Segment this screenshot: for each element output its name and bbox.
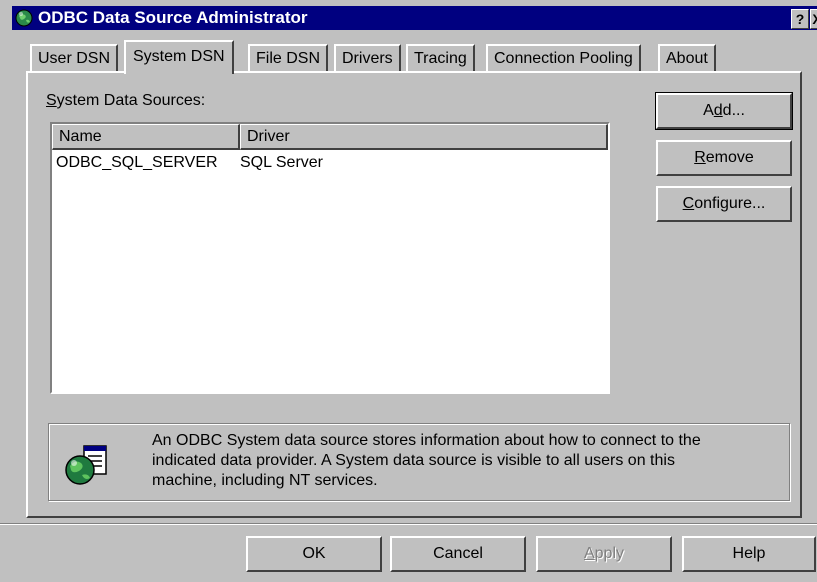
close-title-button[interactable]: X [810, 9, 817, 29]
tab-label: Tracing [414, 50, 467, 67]
info-line: indicated data provider. A System data s… [152, 452, 675, 469]
ok-button[interactable]: OK [246, 536, 382, 572]
tab-label: User DSN [38, 50, 111, 67]
btn-text: d... [722, 102, 745, 119]
tab-system-dsn[interactable]: System DSN [124, 40, 234, 74]
configure-button[interactable]: Configure... [656, 186, 792, 222]
window-title: ODBC Data Source Administrator [38, 8, 308, 27]
odbc-globe-icon [15, 9, 33, 27]
tab-label: About [666, 50, 708, 67]
list-item-driver[interactable]: SQL Server [240, 154, 323, 172]
info-line: An ODBC System data source stores inform… [152, 432, 701, 449]
system-data-sources-label: System Data Sources: [46, 92, 205, 110]
tab-drivers[interactable]: Drivers [334, 44, 401, 72]
cancel-button[interactable]: Cancel [390, 536, 526, 572]
globe-datasource-icon [65, 445, 107, 485]
btn-text: pply [594, 545, 625, 562]
row-name: ODBC_SQL_SERVER [56, 154, 218, 171]
tab-label: Connection Pooling [494, 50, 633, 67]
tab-tracing[interactable]: Tracing [406, 44, 475, 72]
label-text: ystem Data Sources: [56, 92, 206, 109]
list-item[interactable]: ODBC_SQL_SERVER [56, 154, 218, 172]
footer-divider [0, 523, 817, 525]
tab-label: Drivers [342, 50, 393, 67]
remove-button[interactable]: Remove [656, 140, 792, 176]
btn-hotkey: R [694, 149, 706, 166]
tab-about[interactable]: About [658, 44, 716, 72]
odbc-admin-window: ODBC Data Source Administrator ? X User … [0, 0, 817, 582]
data-source-list[interactable]: Name Driver ODBC_SQL_SERVER SQL Server [50, 122, 610, 394]
row-driver: SQL Server [240, 154, 323, 171]
btn-text: onfigure... [694, 195, 766, 212]
tab-file-dsn[interactable]: File DSN [248, 44, 329, 72]
column-header-driver[interactable]: Driver [240, 124, 608, 150]
btn-hotkey: d [713, 102, 723, 119]
add-button[interactable]: Add... [655, 92, 793, 130]
tab-label: System DSN [133, 48, 225, 65]
help-title-button[interactable]: ? [791, 9, 809, 29]
tab-user-dsn[interactable]: User DSN [30, 44, 119, 72]
title-bar[interactable]: ODBC Data Source Administrator ? X [12, 6, 817, 30]
tab-connection-pooling[interactable]: Connection Pooling [486, 44, 641, 72]
btn-text: A [703, 102, 714, 119]
help-button[interactable]: Help [682, 536, 816, 572]
btn-text: emove [705, 149, 754, 166]
info-description: An ODBC System data source stores inform… [152, 431, 772, 491]
info-line: machine, including NT services. [152, 472, 378, 489]
column-header-name[interactable]: Name [52, 124, 240, 150]
tab-label: File DSN [256, 50, 321, 67]
label-hotkey: S [46, 92, 57, 109]
apply-button[interactable]: Apply [536, 536, 672, 572]
btn-hotkey: C [682, 195, 695, 212]
btn-hotkey: A [583, 545, 595, 562]
